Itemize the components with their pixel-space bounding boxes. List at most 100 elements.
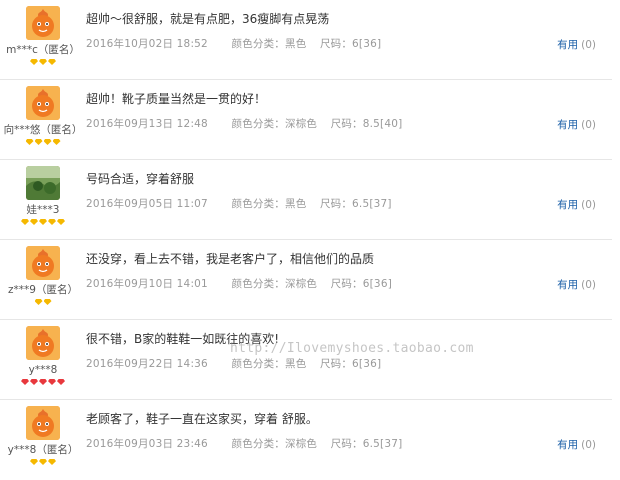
- review-meta: 2016年09月10日 14:01 颜色分类：深棕色 尺码：6[36]: [86, 276, 392, 291]
- review-meta: 2016年09月13日 12:48 颜色分类：深棕色 尺码：8.5[40]: [86, 116, 402, 131]
- review-list: m***c（匿名） 超帅～很舒服，就是有点肥，36瘦脚有点晃荡 2016年10月…: [0, 0, 612, 480]
- review-date: 2016年09月22日 14:36: [86, 358, 208, 370]
- nature-photo-icon: [26, 166, 60, 200]
- helpful-button[interactable]: 有用 (0): [557, 37, 596, 52]
- level-diamond-icon: [21, 219, 29, 225]
- helpful-button[interactable]: 有用 (0): [557, 197, 596, 212]
- review-date: 2016年09月10日 14:01: [86, 278, 208, 290]
- review-color-option: 颜色分类：深棕色: [231, 118, 318, 130]
- review-text: 号码合适，穿着舒服: [86, 172, 195, 186]
- reviewer-name: 娃***3: [26, 204, 60, 216]
- review-item: y***8 很不错，B家的鞋鞋一如既往的喜欢! 2016年09月22日 14:3…: [0, 320, 612, 400]
- level-diamond-icon: [39, 459, 47, 465]
- reviewer-name: z***9（匿名）: [8, 284, 78, 296]
- review-meta: 2016年09月03日 23:46 颜色分类：深棕色 尺码：6.5[37]: [86, 436, 402, 451]
- reviewer-level-badges: [0, 59, 86, 67]
- helpful-count: (0): [581, 119, 596, 131]
- level-diamond-icon: [57, 219, 65, 225]
- helpful-count: (0): [581, 199, 596, 211]
- review-size-option: 尺码：6[36]: [319, 358, 382, 370]
- level-diamond-icon: [25, 139, 34, 145]
- level-diamond-icon: [48, 379, 56, 385]
- review-meta: 2016年09月22日 14:36 颜色分类：黑色 尺码：6[36]: [86, 356, 381, 371]
- level-diamond-icon: [39, 59, 47, 65]
- reviewer-info: m***c（匿名）: [0, 6, 86, 67]
- review-item: z***9（匿名） 还没穿，看上去不错，我是老客户了，相信他们的品质 2016年…: [0, 240, 612, 320]
- helpful-label[interactable]: 有用: [557, 439, 578, 451]
- orange-mascot-icon: [26, 6, 60, 40]
- helpful-button[interactable]: 有用 (0): [557, 117, 596, 132]
- helpful-count: (0): [581, 439, 596, 451]
- level-diamond-icon: [52, 139, 61, 145]
- reviewer-level-badges: [0, 299, 86, 307]
- review-color-option: 颜色分类：黑色: [231, 198, 307, 210]
- review-size-option: 尺码：6[36]: [330, 278, 392, 290]
- avatar[interactable]: [26, 326, 60, 360]
- orange-mascot-icon: [26, 246, 60, 280]
- level-diamond-icon: [30, 59, 38, 65]
- reviewer-level-badges: [0, 139, 86, 147]
- level-diamond-icon: [30, 379, 38, 385]
- helpful-count: (0): [581, 39, 596, 51]
- review-item: 娃***3 号码合适，穿着舒服 2016年09月05日 11:07 颜色分类：黑…: [0, 160, 612, 240]
- reviewer-info: y***8（匿名）: [0, 406, 86, 467]
- review-size-option: 尺码：8.5[40]: [330, 118, 403, 130]
- review-color-option: 颜色分类：黑色: [231, 358, 307, 370]
- review-date: 2016年09月03日 23:46: [86, 438, 208, 450]
- level-diamond-icon: [39, 219, 47, 225]
- review-date: 2016年09月13日 12:48: [86, 118, 208, 130]
- review-color-option: 颜色分类：深棕色: [231, 278, 318, 290]
- reviewer-level-badges: [0, 459, 86, 467]
- helpful-label[interactable]: 有用: [557, 199, 578, 211]
- orange-mascot-icon: [26, 86, 60, 120]
- watermark: http://Ilovemyshoes.taobao.com: [230, 341, 474, 356]
- level-diamond-icon: [34, 299, 43, 305]
- reviewer-name: 向***悠（匿名）: [3, 124, 83, 136]
- level-diamond-icon: [48, 219, 56, 225]
- level-diamond-icon: [43, 299, 52, 305]
- helpful-label[interactable]: 有用: [557, 279, 578, 291]
- avatar[interactable]: [26, 166, 60, 200]
- reviewer-info: 娃***3: [0, 166, 86, 227]
- level-diamond-icon: [43, 139, 52, 145]
- review-text: 超帅！靴子质量当然是一贯的好！: [86, 92, 267, 106]
- reviewer-level-badges: [0, 379, 86, 387]
- reviewer-name: m***c（匿名）: [6, 44, 80, 56]
- level-diamond-icon: [34, 139, 43, 145]
- helpful-button[interactable]: 有用 (0): [557, 277, 596, 292]
- level-diamond-icon: [48, 59, 56, 65]
- review-text: 超帅～很舒服，就是有点肥，36瘦脚有点晃荡: [86, 12, 330, 26]
- helpful-label[interactable]: 有用: [557, 119, 578, 131]
- level-diamond-icon: [30, 219, 38, 225]
- review-meta: 2016年09月05日 11:07 颜色分类：黑色 尺码：6.5[37]: [86, 196, 392, 211]
- helpful-label[interactable]: 有用: [557, 39, 578, 51]
- review-size-option: 尺码：6.5[37]: [319, 198, 392, 210]
- review-text: 老顾客了，鞋子一直在这家买，穿着 舒服。: [86, 412, 318, 426]
- reviewer-info: y***8: [0, 326, 86, 387]
- helpful-count: (0): [581, 279, 596, 291]
- review-color-option: 颜色分类：深棕色: [231, 438, 318, 450]
- avatar[interactable]: [26, 406, 60, 440]
- orange-mascot-icon: [26, 406, 60, 440]
- review-color-option: 颜色分类：黑色: [231, 38, 307, 50]
- avatar[interactable]: [26, 6, 60, 40]
- review-text: 还没穿，看上去不错，我是老客户了，相信他们的品质: [86, 252, 375, 266]
- reviewer-name: y***8: [28, 364, 58, 376]
- review-date: 2016年09月05日 11:07: [86, 198, 208, 210]
- reviewer-info: z***9（匿名）: [0, 246, 86, 307]
- avatar[interactable]: [26, 246, 60, 280]
- reviewer-level-badges: [0, 219, 86, 227]
- review-size-option: 尺码：6[36]: [319, 38, 382, 50]
- avatar[interactable]: [26, 86, 60, 120]
- review-date: 2016年10月02日 18:52: [86, 38, 208, 50]
- reviewer-name: y***8（匿名）: [7, 444, 79, 456]
- level-diamond-icon: [39, 379, 47, 385]
- level-diamond-icon: [21, 379, 29, 385]
- level-diamond-icon: [30, 459, 38, 465]
- review-item: y***8（匿名） 老顾客了，鞋子一直在这家买，穿着 舒服。 2016年09月0…: [0, 400, 612, 480]
- orange-mascot-icon: [26, 326, 60, 360]
- level-diamond-icon: [48, 459, 56, 465]
- helpful-button[interactable]: [593, 357, 596, 369]
- helpful-button[interactable]: 有用 (0): [557, 437, 596, 452]
- review-size-option: 尺码：6.5[37]: [330, 438, 403, 450]
